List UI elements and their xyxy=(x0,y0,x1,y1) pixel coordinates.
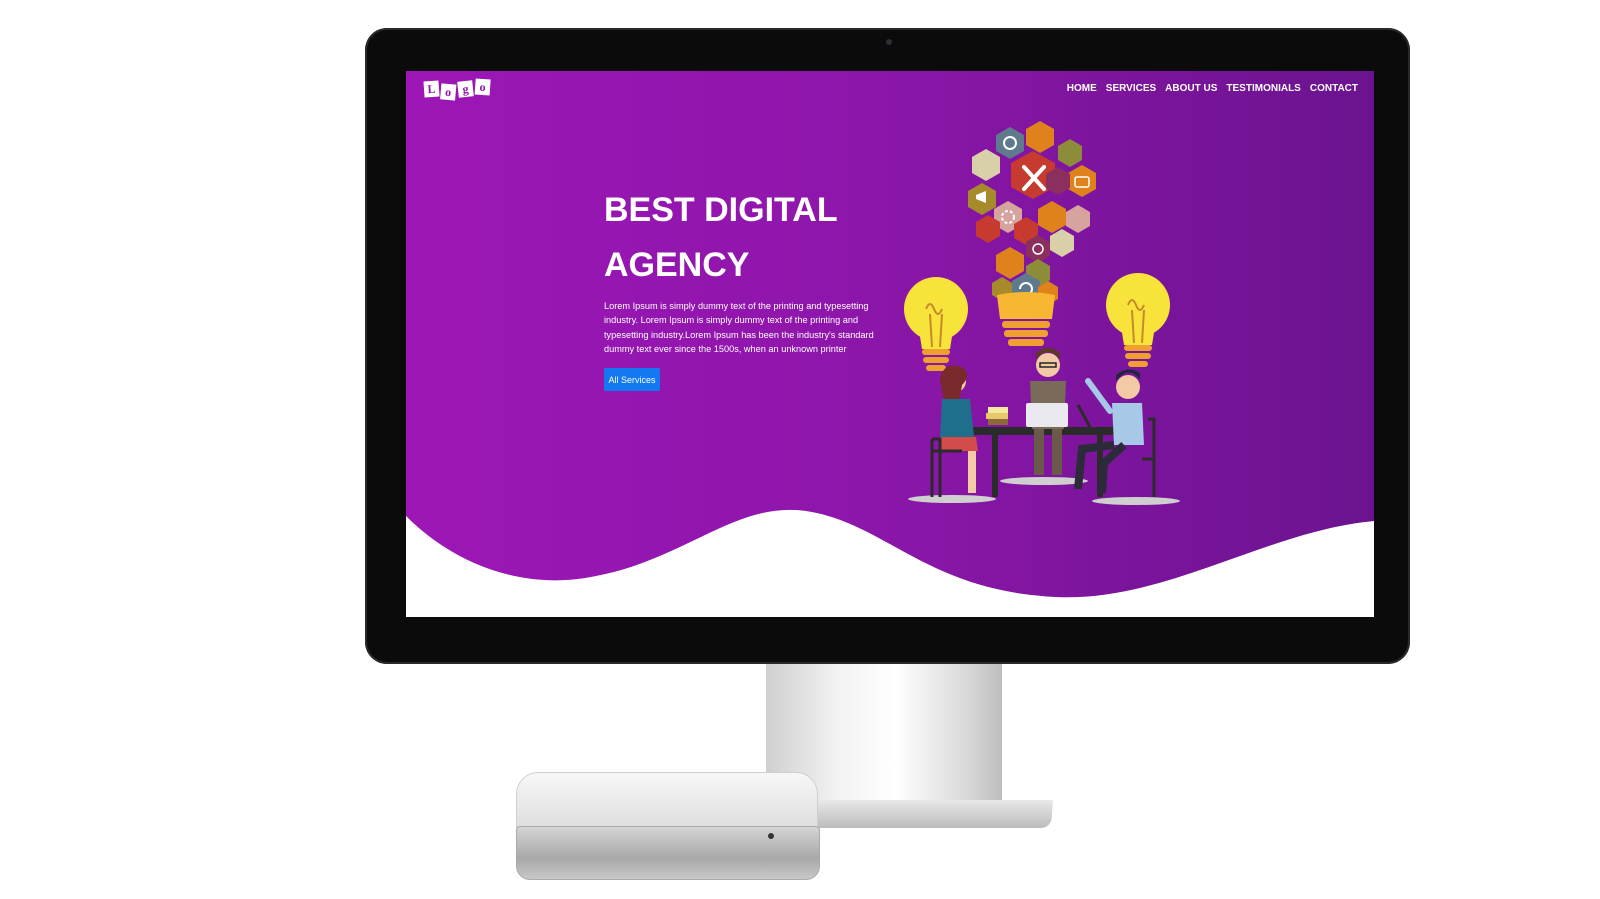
main-nav: HOME SERVICES ABOUT US TESTIMONIALS CONT… xyxy=(1067,83,1358,94)
person-center xyxy=(1026,348,1068,475)
scene: L o g o HOME SERVICES ABOUT US TESTIMONI… xyxy=(0,0,1600,899)
all-services-button[interactable]: All Services xyxy=(604,368,660,391)
nav-home[interactable]: HOME xyxy=(1067,83,1097,94)
nav-testimonials[interactable]: TESTIMONIALS xyxy=(1226,83,1300,94)
apple-logo-icon xyxy=(872,626,896,652)
nav-contact[interactable]: CONTACT xyxy=(1310,83,1358,94)
logo-letter: g xyxy=(457,80,474,98)
site-logo[interactable]: L o g o xyxy=(423,78,491,101)
logo-letter: o xyxy=(474,78,491,96)
hexagon-cluster xyxy=(968,121,1096,305)
hero-title: BEST DIGITAL AGENCY xyxy=(604,183,904,293)
logo-letter: o xyxy=(440,83,457,101)
hero-title-line: AGENCY xyxy=(604,246,750,284)
wave-divider xyxy=(406,509,1374,617)
nav-services[interactable]: SERVICES xyxy=(1106,83,1156,94)
nav-about-us[interactable]: ABOUT US xyxy=(1165,83,1217,94)
hero-title-line: BEST DIGITAL xyxy=(604,191,838,229)
lightbulb-icon xyxy=(1106,273,1170,367)
power-led-icon xyxy=(768,833,774,839)
person-left xyxy=(930,365,978,497)
team-idea-illustration xyxy=(904,121,1180,505)
apple-logo-icon xyxy=(640,782,696,806)
lightbulb-icon xyxy=(904,277,968,371)
website-screen: L o g o HOME SERVICES ABOUT US TESTIMONI… xyxy=(406,71,1374,617)
mac-mini-front xyxy=(516,826,820,880)
hero-description: Lorem Ipsum is simply dummy text of the … xyxy=(604,301,874,355)
lightbulb-icon xyxy=(997,292,1055,346)
camera-icon xyxy=(886,39,892,45)
logo-letter: L xyxy=(423,80,440,98)
